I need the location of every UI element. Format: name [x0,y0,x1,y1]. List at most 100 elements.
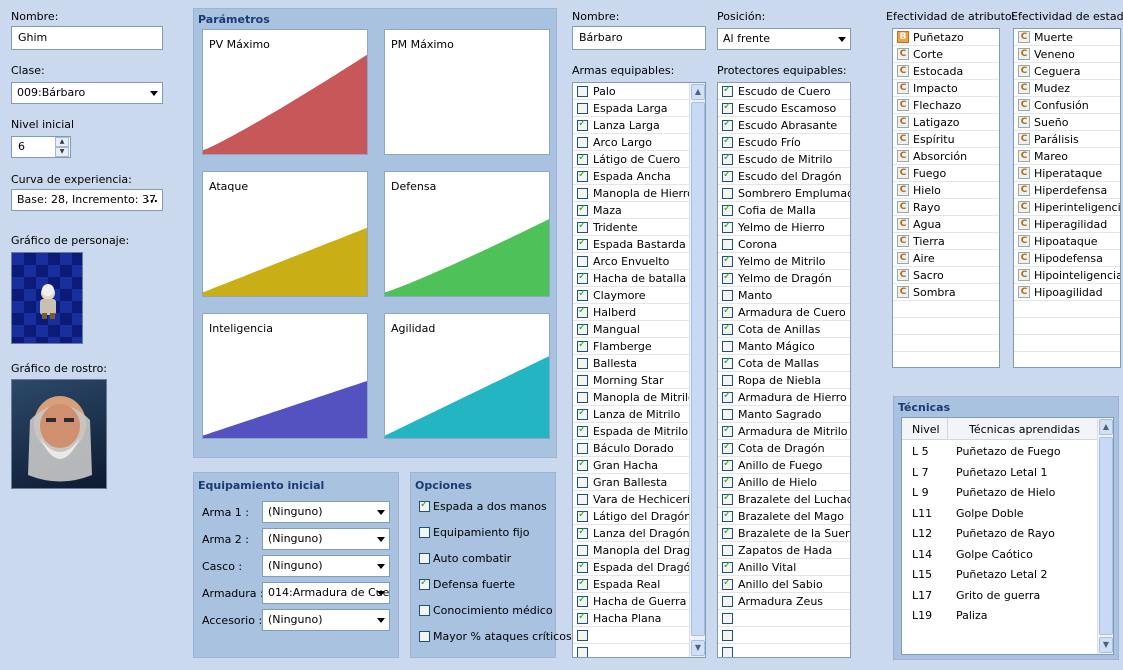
equip-slot-select[interactable]: 014:Armadura de Cuei [262,582,390,604]
checkbox-icon[interactable] [577,152,588,165]
class-select[interactable]: 009:Bárbaro [11,82,163,104]
list-item[interactable]: Ropa de Niebla [718,372,850,389]
list-item[interactable]: C Estocada [893,63,999,80]
list-item[interactable]: Anillo de Hielo [718,474,850,491]
list-item[interactable]: Escudo de Mitrilo [718,151,850,168]
list-item[interactable]: Armadura de Cuero [718,304,850,321]
list-item[interactable]: Flamberge [573,338,689,355]
list-item[interactable]: C Espíritu [893,131,999,148]
list-item[interactable]: Cota de Anillas [718,321,850,338]
rank-badge[interactable]: C [1018,48,1030,60]
skills-col-name[interactable]: Técnicas aprendidas [949,418,1098,440]
list-item[interactable]: Espada del Dragón [573,559,697,576]
checkbox-icon[interactable] [722,169,733,182]
list-item[interactable]: Brazalete de la Suerte [718,525,850,542]
list-item[interactable]: Lanza de Mitrilo [573,406,689,423]
list-item[interactable]: Brazalete del Luchador [718,491,850,508]
list-item[interactable]: Armadura de Mitrilo [718,423,850,440]
checkbox-icon[interactable] [577,477,588,488]
checkbox-icon[interactable] [722,475,733,488]
checkbox-icon[interactable] [577,103,588,114]
rank-badge[interactable]: C [897,218,909,230]
rank-badge[interactable]: C [897,82,909,94]
checkbox-icon[interactable] [722,613,733,624]
list-item[interactable]: C Mareo [1014,148,1120,165]
list-item[interactable]: C Muerte [1014,29,1120,46]
table-row[interactable]: L14 Golpe Caótico [902,545,1098,565]
checkbox-icon[interactable] [722,492,733,505]
list-item[interactable]: C Hipointeligencia [1014,267,1120,284]
list-item[interactable]: Tridente [573,219,689,236]
rank-badge[interactable]: C [897,235,909,247]
list-item[interactable]: C Veneno [1014,46,1120,63]
equip-slot-select[interactable]: (Ninguno) [262,555,390,577]
checkbox-icon[interactable] [577,560,588,573]
rank-badge[interactable]: C [1018,269,1030,281]
weapons-scrollbar[interactable]: ▲ ▼ [689,83,705,657]
list-item[interactable]: Arco Largo [573,134,689,151]
checkbox-icon[interactable] [722,375,733,386]
checkbox-icon[interactable] [722,390,733,403]
list-item[interactable]: C Agua [893,216,999,233]
list-item[interactable]: C Confusión [1014,97,1120,114]
list-item[interactable] [1014,335,1120,352]
rank-badge[interactable]: C [1018,150,1030,162]
checkbox-icon[interactable] [577,611,588,624]
checkbox-icon[interactable] [577,237,588,250]
list-item[interactable]: Cofia de Malla [718,202,850,219]
rank-badge[interactable]: C [1018,235,1030,247]
checkbox-icon[interactable] [722,135,733,148]
list-item[interactable] [893,301,999,318]
rank-badge[interactable]: C [897,269,909,281]
spin-up-icon[interactable]: ▲ [55,137,69,147]
level-spinner[interactable]: 6 ▲ ▼ [11,136,71,158]
list-item[interactable] [718,644,850,657]
checkbox-icon[interactable] [722,596,733,607]
checkbox-icon[interactable] [577,339,588,352]
checkbox-icon[interactable] [577,577,588,590]
rank-badge[interactable]: C [897,150,909,162]
list-item[interactable]: Corona [718,236,850,253]
list-item[interactable] [893,318,999,335]
checkbox-icon[interactable] [722,305,733,318]
checkbox-icon[interactable] [419,631,430,642]
table-row[interactable]: L 5 Puñetazo de Fuego [902,442,1098,462]
checkbox-icon[interactable] [722,239,733,250]
list-item[interactable]: Espada de Mitrilo [573,423,689,440]
checkbox-icon[interactable] [722,577,733,590]
table-row[interactable]: L17 Grito de guerra [902,586,1098,606]
list-item[interactable]: Escudo Frío [718,134,850,151]
checkbox-icon[interactable] [722,220,733,233]
rank-badge[interactable]: C [897,184,909,196]
list-item[interactable]: Látigo de Cuero [573,151,689,168]
table-row[interactable]: L11 Golpe Doble [902,504,1098,524]
rank-badge[interactable]: C [1018,184,1030,196]
checkbox-icon[interactable] [722,630,733,641]
rank-badge[interactable]: C [897,201,909,213]
checkbox-icon[interactable] [577,86,588,97]
checkbox-icon[interactable] [722,526,733,539]
checkbox-icon[interactable] [722,341,733,352]
position-select[interactable]: Al frente [717,28,851,50]
checkbox-icon[interactable] [577,288,588,301]
list-item[interactable]: Lanza del Dragón [573,525,690,542]
list-item[interactable]: Mangual [573,321,689,338]
list-item[interactable]: C Latigazo [893,114,999,131]
list-item[interactable]: Yelmo de Dragón [718,270,850,287]
checkbox-icon[interactable] [722,188,733,199]
list-item[interactable] [893,335,999,352]
checkbox-icon[interactable] [577,271,588,284]
list-item[interactable]: Manto [718,287,850,304]
list-item[interactable]: Yelmo de Mitrilo [718,253,850,270]
checkbox-icon[interactable] [577,375,588,386]
list-item[interactable]: Brazalete del Mago [718,508,850,525]
checkbox-icon[interactable] [722,647,733,657]
list-item[interactable]: Morning Star [573,372,689,389]
equip-slot-select[interactable]: (Ninguno) [262,609,390,631]
list-item[interactable]: Sombrero Emplumado [718,185,850,202]
checkbox-icon[interactable] [577,424,588,437]
list-item[interactable]: C Impacto [893,80,999,97]
list-item[interactable]: Cota de Mallas [718,355,850,372]
face-graphic[interactable] [11,379,107,489]
checkbox-icon[interactable] [722,271,733,284]
